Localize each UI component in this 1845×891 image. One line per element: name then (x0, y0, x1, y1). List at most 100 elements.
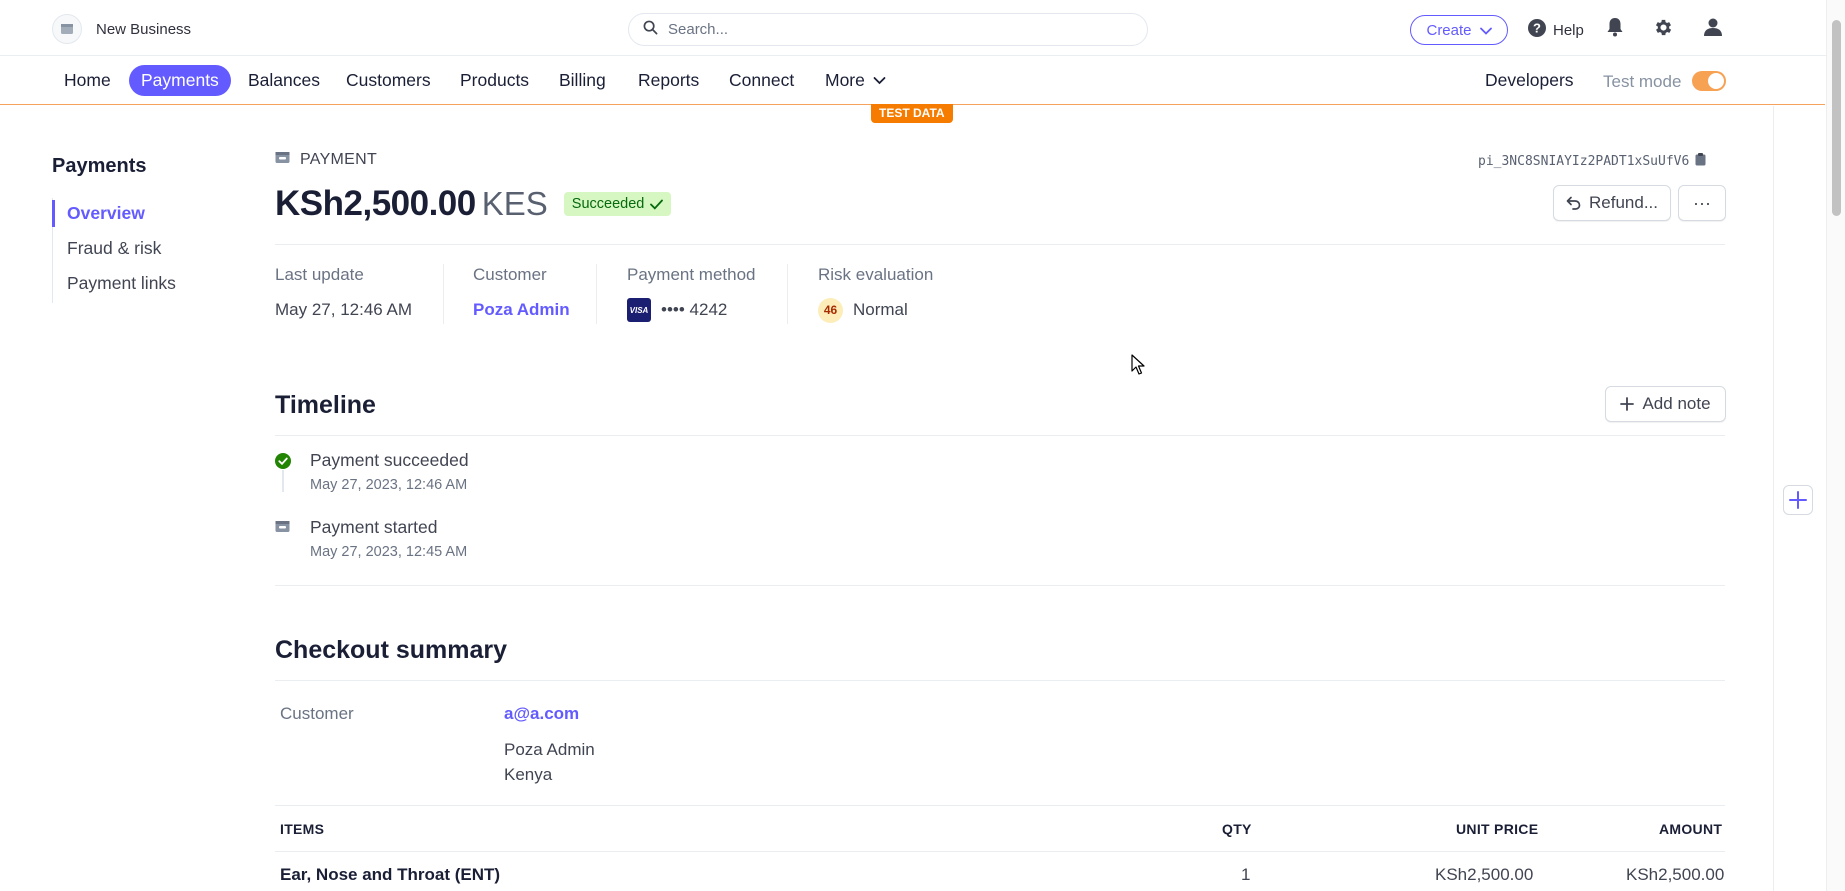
card-last4: •••• 4242 (661, 300, 728, 319)
risk-score-badge: 46 (818, 297, 843, 323)
nav-balances[interactable]: Balances (236, 65, 332, 96)
payment-method-label: Payment method (627, 265, 756, 284)
sidebar-item-payment-links[interactable]: Payment links (53, 268, 176, 303)
payment-type-header: PAYMENT (275, 151, 377, 169)
divider (275, 851, 1725, 852)
add-note-button[interactable]: Add note (1605, 386, 1726, 422)
sidebar-item-overview[interactable]: Overview (51, 198, 176, 233)
plus-icon (1620, 397, 1635, 411)
nav-home[interactable]: Home (52, 65, 123, 96)
divider (275, 435, 1725, 436)
meta-separator (596, 264, 597, 324)
divider (275, 585, 1725, 586)
more-actions-button[interactable]: ··· (1678, 185, 1726, 221)
payment-id[interactable]: pi_3NC8SNIAYIz2PADT1xSuUfV6 (1478, 153, 1706, 170)
test-data-badge: TEST DATA (871, 104, 953, 123)
toggle-knob (1708, 73, 1724, 89)
meta-customer: Customer Poza Admin (473, 265, 570, 323)
item-qty: 1 (1241, 865, 1251, 884)
create-button[interactable]: Create (1410, 15, 1508, 45)
timeline-connector (282, 470, 284, 492)
nav-more[interactable]: More (813, 65, 898, 96)
checkout-customer-label: Customer (280, 704, 354, 723)
amount-row: KSh2,500.00 KES Succeeded (275, 184, 672, 224)
timeline-title: Timeline (275, 391, 376, 419)
checkmark-icon (650, 199, 664, 210)
risk-label: Risk evaluation (818, 265, 934, 284)
business-name: New Business (96, 20, 192, 38)
payment-currency: KES (481, 185, 548, 222)
business-switcher[interactable]: New Business (52, 14, 191, 44)
search-input[interactable] (668, 21, 1088, 38)
clipboard-copy-icon[interactable] (1695, 153, 1706, 170)
nav-more-label: More (825, 70, 865, 90)
payment-id-text: pi_3NC8SNIAYIz2PADT1xSuUfV6 (1478, 154, 1690, 169)
meta-separator (443, 264, 444, 324)
timeline-event-time: May 27, 2023, 12:45 AM (310, 544, 468, 560)
meta-last-update: Last update May 27, 12:46 AM (275, 265, 412, 323)
amount-column-header: AMOUNT (1659, 821, 1723, 837)
nav-customers[interactable]: Customers (334, 65, 443, 96)
timeline-event-title: Payment succeeded (310, 450, 469, 470)
status-label: Succeeded (571, 196, 645, 212)
more-dots-icon: ··· (1693, 192, 1711, 213)
status-badge: Succeeded (563, 192, 672, 216)
timeline-event-time: May 27, 2023, 12:46 AM (310, 477, 468, 493)
refund-button[interactable]: Refund... (1553, 185, 1671, 221)
refund-arrow-icon (1566, 196, 1581, 210)
item-name: Ear, Nose and Throat (ENT) (280, 865, 501, 884)
help-button[interactable]: ? Help (1527, 18, 1584, 42)
items-column-header: ITEMS (280, 821, 325, 837)
nav-reports[interactable]: Reports (626, 65, 711, 96)
divider (275, 244, 1725, 245)
payment-type-label: PAYMENT (300, 151, 378, 168)
unit-price-column-header: UNIT PRICE (1456, 821, 1539, 837)
checkout-customer-email[interactable]: a@a.com (504, 704, 579, 724)
sidebar-item-fraud-risk[interactable]: Fraud & risk (53, 233, 176, 268)
customer-label: Customer (473, 265, 547, 284)
svg-text:?: ? (1533, 21, 1541, 36)
notifications-bell-icon[interactable] (1606, 17, 1624, 42)
timeline-event-title: Payment started (310, 517, 438, 537)
nav-connect[interactable]: Connect (717, 65, 806, 96)
meta-risk: Risk evaluation 46 Normal (818, 265, 933, 323)
last-update-label: Last update (275, 265, 364, 284)
refund-label: Refund... (1589, 193, 1658, 212)
floating-add-button[interactable] (1783, 485, 1813, 515)
account-user-icon[interactable] (1703, 17, 1723, 42)
checkout-customer-country: Kenya (504, 765, 553, 784)
search-bar[interactable] (628, 13, 1148, 46)
test-mode-toggle[interactable] (1692, 71, 1726, 91)
payment-icon (275, 151, 290, 169)
business-logo-icon (52, 14, 82, 44)
checkout-summary-title: Checkout summary (275, 636, 508, 664)
scrollbar-thumb[interactable] (1832, 20, 1841, 216)
customer-link[interactable]: Poza Admin (473, 297, 570, 323)
payment-started-icon (275, 520, 291, 536)
add-note-label: Add note (1642, 394, 1711, 413)
vertical-scrollbar[interactable] (1826, 0, 1845, 891)
success-check-icon (275, 453, 291, 469)
create-label: Create (1426, 21, 1472, 39)
help-icon: ? (1527, 18, 1547, 42)
settings-gear-icon[interactable] (1653, 17, 1674, 43)
qty-column-header: QTY (1222, 821, 1252, 837)
nav-products[interactable]: Products (448, 65, 541, 96)
item-amount: KSh2,500.00 (1626, 865, 1725, 884)
right-panel-edge (1773, 106, 1774, 891)
chevron-down-icon (1479, 22, 1492, 39)
nav-billing[interactable]: Billing (547, 65, 618, 96)
checkout-customer-name: Poza Admin (504, 740, 595, 759)
risk-value[interactable]: 46 Normal (818, 297, 933, 323)
risk-level: Normal (853, 300, 908, 319)
plus-icon (1789, 491, 1807, 509)
nav-developers[interactable]: Developers (1473, 65, 1586, 96)
top-bar: New Business Create ? Help (0, 0, 1845, 56)
divider (275, 680, 1725, 681)
item-unit-price: KSh2,500.00 (1435, 865, 1534, 884)
main-nav: Home Payments Balances Customers Product… (0, 56, 1825, 105)
chevron-down-icon (873, 76, 886, 85)
search-icon (643, 20, 658, 40)
nav-payments[interactable]: Payments (129, 65, 231, 96)
sidebar-nav: Overview Fraud & risk Payment links (51, 198, 176, 303)
